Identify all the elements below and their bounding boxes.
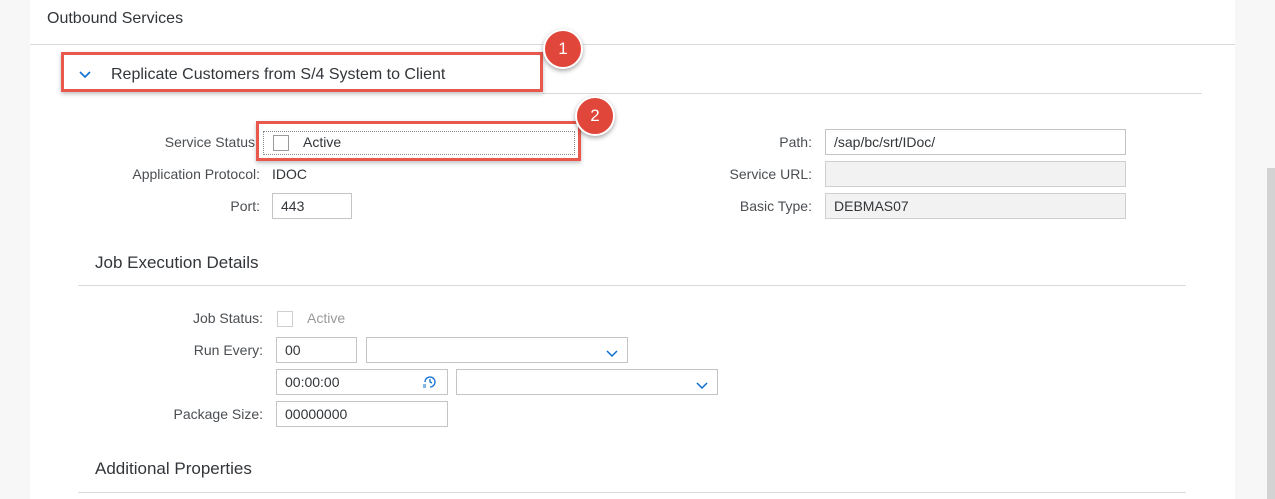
clock-icon[interactable]: [421, 373, 439, 391]
application-protocol-value: IDOC: [272, 166, 307, 182]
run-every-unit-select[interactable]: [366, 337, 628, 363]
job-status-label: Job Status:: [192, 310, 263, 326]
page-title: Outbound Services: [47, 10, 184, 27]
basic-type-label: Basic Type:: [739, 198, 812, 214]
additional-properties-divider: [78, 492, 1186, 493]
port-label: Port:: [230, 198, 260, 214]
path-label: Path:: [779, 134, 812, 150]
annotation-highlight-1: [61, 52, 543, 92]
run-every-label: Run Every:: [193, 342, 263, 358]
basic-type-field: DEBMAS07: [825, 193, 1126, 219]
service-url-label: Service URL:: [729, 166, 812, 182]
time-value: 00:00:00: [285, 374, 340, 390]
dropdown-chevron-icon: [605, 343, 619, 358]
vertical-scrollbar[interactable]: [1267, 168, 1275, 499]
time-input[interactable]: 00:00:00: [276, 369, 448, 395]
header-divider: [30, 44, 1235, 45]
job-section-divider: [78, 285, 1186, 286]
annotation-badge-2: 2: [575, 96, 615, 136]
job-status-checkbox: [277, 311, 293, 327]
package-size-input[interactable]: 00000000: [276, 401, 448, 427]
job-status-option-label: Active: [307, 310, 346, 326]
annotation-badge-1: 1: [543, 29, 583, 69]
package-size-label: Package Size:: [173, 406, 264, 422]
port-input[interactable]: 443: [272, 193, 352, 219]
dropdown-chevron-icon: [695, 375, 709, 390]
path-input[interactable]: /sap/bc/srt/IDoc/: [825, 129, 1126, 155]
additional-properties-title: Additional Properties: [95, 459, 252, 478]
time-unit-select[interactable]: [456, 369, 718, 395]
run-every-input[interactable]: 00: [276, 337, 357, 363]
application-protocol-label: Application Protocol:: [132, 166, 260, 182]
service-status-label: Service Status: [164, 134, 255, 150]
job-section-title: Job Execution Details: [95, 253, 259, 272]
service-url-field: [825, 161, 1126, 187]
annotation-highlight-2: [256, 121, 581, 161]
service-panel-divider: [542, 93, 1202, 94]
